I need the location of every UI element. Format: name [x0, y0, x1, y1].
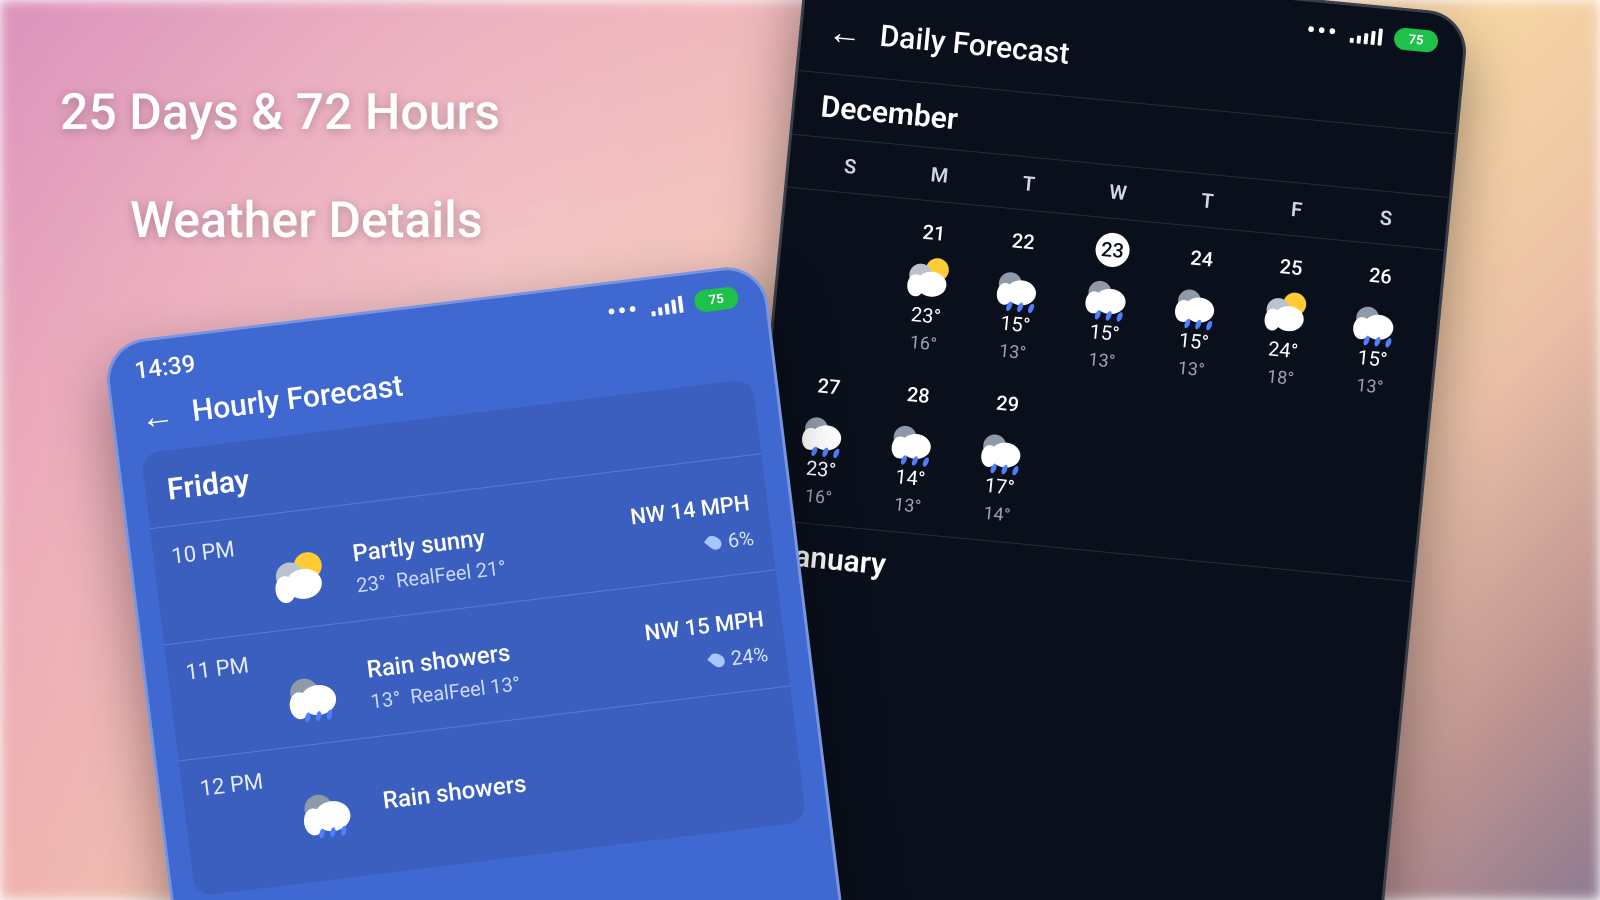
calendar-day[interactable]: 29 17° 14°	[950, 368, 1055, 539]
hourly-rows: 10 PM Partly sunny 23° RealFeel 21°	[150, 453, 804, 876]
weather-sunny-icon	[907, 254, 953, 300]
calendar-day-empty	[1129, 386, 1234, 557]
calendar-day-empty	[787, 189, 892, 360]
headline-line-1: 25 Days & 72 Hours	[60, 80, 500, 148]
weather-sunny-icon	[1264, 288, 1310, 334]
calendar-day-empty	[1040, 377, 1145, 548]
day-number: 27	[810, 368, 847, 405]
low-temp: 18°	[1266, 366, 1295, 389]
hour-time: 10 PM	[170, 534, 264, 570]
headline-line-2: Weather Details	[130, 188, 500, 256]
weather-rainy-icon	[1353, 297, 1399, 343]
more-icon[interactable]: •••	[1305, 16, 1339, 47]
phone-hourly-forecast: 14:39 ••• 75 ← Hourly Forecast Friday 10…	[102, 262, 864, 900]
calendar-day[interactable]: 25 24° 18°	[1234, 232, 1339, 403]
hour-time: 11 PM	[184, 650, 278, 686]
calendar-day[interactable]: 22 15° 13°	[966, 206, 1071, 377]
high-temp: 15°	[1356, 345, 1388, 372]
low-temp: 13°	[1087, 349, 1116, 372]
weekday: S	[1339, 188, 1433, 248]
weather-rainy-icon	[891, 416, 937, 462]
weather-rainy-icon	[1085, 271, 1131, 317]
hour-condition: Rain showers	[381, 760, 605, 815]
low-temp: 13°	[998, 341, 1027, 364]
hour-time: 12 PM	[199, 766, 293, 802]
hour-precip: 24%	[710, 641, 770, 672]
low-temp: 13°	[1355, 375, 1384, 398]
hour-precip: 6%	[707, 525, 755, 554]
headline: 25 Days & 72 Hours Weather Details	[60, 80, 500, 255]
calendar-day[interactable]: 23 15° 13°	[1055, 215, 1160, 386]
calendar-day-empty	[1308, 403, 1413, 574]
back-arrow-icon[interactable]: ←	[827, 14, 864, 51]
back-arrow-icon[interactable]: ←	[138, 397, 176, 435]
weekday: S	[803, 136, 897, 196]
weekday: T	[1160, 171, 1254, 231]
low-temp: 16°	[909, 332, 938, 355]
hour-wind: NW 14 MPH	[629, 491, 751, 530]
calendar-day[interactable]: 21 23° 16°	[877, 198, 982, 369]
high-temp: 15°	[999, 311, 1031, 338]
low-temp: 14°	[983, 503, 1012, 526]
weather-rainy-icon	[286, 664, 342, 720]
day-number: 25	[1273, 249, 1310, 286]
battery-icon: 75	[1393, 27, 1439, 53]
calendar-day-empty	[1218, 394, 1323, 565]
high-temp: 15°	[1178, 328, 1210, 355]
weather-rainy-icon	[301, 780, 357, 836]
high-temp: 23°	[805, 456, 837, 483]
low-temp: 16°	[804, 486, 833, 509]
hourly-card: Friday 10 PM Partly sunny 23° RealFeel 2…	[141, 379, 807, 897]
weather-rainy-icon	[980, 424, 1026, 470]
high-temp: 15°	[1089, 319, 1121, 346]
weather-sunny-icon	[272, 547, 328, 603]
weekday: F	[1250, 179, 1344, 239]
raindrop-icon	[707, 650, 727, 669]
signal-icon	[1350, 25, 1384, 46]
status-time: 14:39	[133, 350, 197, 385]
high-temp: 24°	[1267, 336, 1299, 363]
weather-rainy-icon	[996, 262, 1042, 308]
weather-rainy-icon	[802, 407, 848, 453]
day-number: 28	[900, 376, 937, 413]
weekday: T	[982, 153, 1076, 213]
day-number: 22	[1005, 223, 1042, 260]
weekday: W	[1071, 162, 1165, 222]
day-number: 26	[1362, 257, 1399, 294]
weekday: M	[892, 145, 986, 205]
hour-wind: NW 15 MPH	[643, 607, 765, 646]
weather-rainy-icon	[1175, 279, 1221, 325]
calendar-day[interactable]: 28 14° 13°	[861, 360, 966, 531]
more-icon[interactable]: •••	[606, 295, 641, 327]
raindrop-icon	[704, 532, 724, 551]
phone-daily-forecast: 14:39 ••• 75 ← Daily Forecast December S…	[716, 0, 1470, 900]
status-time: 14:39	[831, 0, 894, 4]
low-temp: 13°	[893, 494, 922, 517]
day-number: 29	[989, 385, 1026, 422]
high-temp: 23°	[910, 302, 942, 329]
battery-icon: 75	[693, 286, 739, 313]
day-number: 23	[1094, 231, 1131, 268]
high-temp: 14°	[894, 464, 926, 491]
day-number: 24	[1183, 240, 1220, 277]
low-temp: 13°	[1177, 358, 1206, 381]
calendar-day[interactable]: 26 15° 13°	[1323, 241, 1428, 412]
calendar-day[interactable]: 24 15° 13°	[1145, 223, 1250, 394]
day-number: 21	[915, 214, 952, 251]
signal-icon	[650, 295, 684, 317]
high-temp: 17°	[984, 473, 1016, 500]
page-title: Daily Forecast	[878, 19, 1071, 72]
